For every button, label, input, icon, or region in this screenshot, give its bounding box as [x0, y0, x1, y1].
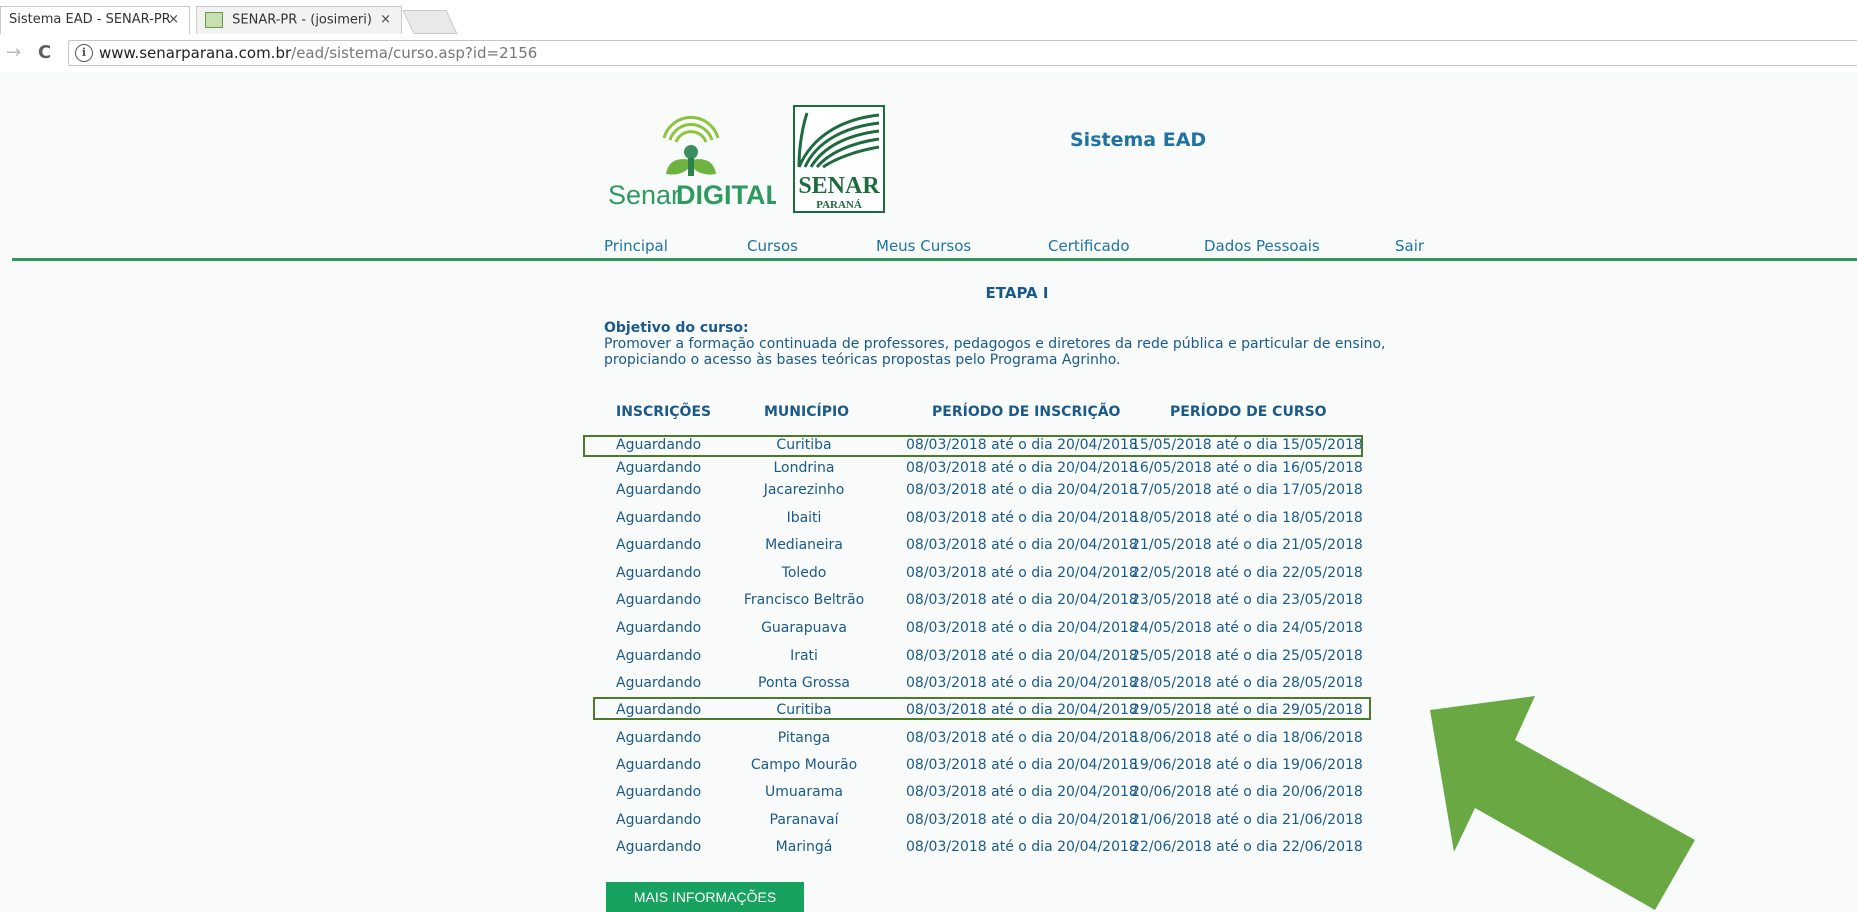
stage-title: ETAPA I — [985, 284, 1049, 302]
col-header-periodo-curso: PERÍODO DE CURSO — [1170, 404, 1327, 420]
cell-periodo-inscricao: 08/03/2018 até o dia 20/04/2018 — [906, 784, 1138, 800]
cell-status: Aguardando — [616, 675, 702, 691]
tab-label: SENAR-PR - (josimeri) — [232, 12, 372, 28]
cell-periodo-inscricao: 08/03/2018 até o dia 20/04/2018 — [906, 839, 1138, 855]
cell-municipio: Ibaiti — [786, 510, 822, 526]
tab-sistema-ead[interactable]: Sistema EAD - SENAR-PR × — [0, 6, 190, 34]
nav-sair[interactable]: Sair — [1395, 237, 1424, 255]
logo-digital-text-a: Senar — [608, 180, 680, 210]
cell-periodo-inscricao: 08/03/2018 até o dia 20/04/2018 — [906, 482, 1138, 498]
cell-municipio: Maringá — [775, 839, 833, 855]
cell-periodo-inscricao: 08/03/2018 até o dia 20/04/2018 — [906, 730, 1138, 746]
cell-municipio: Umuarama — [765, 784, 843, 800]
cell-periodo-inscricao: 08/03/2018 até o dia 20/04/2018 — [906, 757, 1138, 773]
forward-arrow-icon[interactable]: → — [6, 42, 21, 63]
cell-periodo-curso: 23/05/2018 até o dia 23/05/2018 — [1131, 592, 1363, 608]
cell-periodo-curso: 16/05/2018 até o dia 16/05/2018 — [1131, 460, 1363, 476]
cell-periodo-curso: 17/05/2018 até o dia 17/05/2018 — [1131, 482, 1363, 498]
browser-tab-bar: Sistema EAD - SENAR-PR × SENAR-PR - (jos… — [0, 0, 1857, 35]
close-tab-icon[interactable]: × — [380, 12, 391, 27]
header-divider — [12, 258, 1857, 261]
cell-status: Aguardando — [616, 510, 702, 526]
cell-status: Aguardando — [616, 839, 702, 855]
cell-periodo-inscricao: 08/03/2018 até o dia 20/04/2018 — [906, 648, 1138, 664]
col-header-inscricoes: INSCRIÇÕES — [616, 404, 712, 420]
logo-senar-text: SENAR — [798, 173, 880, 199]
highlight-box-curitiba-1 — [583, 435, 1363, 457]
logo-parana-text: PARANÁ — [816, 199, 862, 211]
more-info-button[interactable]: MAIS INFORMAÇÕES — [606, 882, 804, 912]
col-header-municipio: MUNICÍPIO — [764, 404, 850, 420]
cell-status: Aguardando — [616, 812, 702, 828]
cell-status: Aguardando — [616, 592, 702, 608]
cell-periodo-inscricao: 08/03/2018 até o dia 20/04/2018 — [906, 812, 1138, 828]
cell-periodo-inscricao: 08/03/2018 até o dia 20/04/2018 — [906, 675, 1138, 691]
info-icon[interactable]: i — [75, 44, 93, 62]
cell-periodo-inscricao: 08/03/2018 até o dia 20/04/2018 — [906, 460, 1138, 476]
cell-periodo-inscricao: 08/03/2018 até o dia 20/04/2018 — [906, 537, 1138, 553]
cell-periodo-curso: 19/06/2018 até o dia 19/06/2018 — [1131, 757, 1363, 773]
cell-status: Aguardando — [616, 537, 702, 553]
cell-periodo-inscricao: 08/03/2018 até o dia 20/04/2018 — [906, 592, 1138, 608]
url-host: www.senarparana.com.br — [99, 44, 292, 62]
cell-status: Aguardando — [616, 620, 702, 636]
cell-periodo-curso: 28/05/2018 até o dia 28/05/2018 — [1131, 675, 1363, 691]
cell-municipio: Jacarezinho — [763, 482, 845, 498]
cell-municipio: Londrina — [773, 460, 835, 476]
address-bar[interactable]: i www.senarparana.com.br/ead/sistema/cur… — [68, 40, 1857, 66]
col-header-periodo-inscricao: PERÍODO DE INSCRIÇÃO — [932, 404, 1121, 420]
cell-municipio: Medianeira — [765, 537, 843, 553]
reload-icon[interactable]: C — [38, 42, 51, 63]
cell-municipio: Guarapuava — [761, 620, 847, 636]
cell-periodo-inscricao: 08/03/2018 até o dia 20/04/2018 — [906, 510, 1138, 526]
cell-periodo-curso: 22/05/2018 até o dia 22/05/2018 — [1131, 565, 1363, 581]
logo-digital-text-b: DIGITAL — [676, 180, 776, 210]
cell-municipio: Pitanga — [777, 730, 831, 746]
nav-certificado[interactable]: Certificado — [1048, 237, 1130, 255]
cell-periodo-curso: 24/05/2018 até o dia 24/05/2018 — [1131, 620, 1363, 636]
nav-cursos[interactable]: Cursos — [747, 237, 798, 255]
cell-municipio: Irati — [790, 648, 818, 664]
cell-municipio: Toledo — [781, 565, 827, 581]
senar-parana-logo: SENAR PARANÁ — [793, 105, 885, 213]
tab-senar-pr[interactable]: SENAR-PR - (josimeri) × — [196, 6, 402, 34]
cell-status: Aguardando — [616, 757, 702, 773]
close-tab-icon[interactable]: × — [168, 12, 179, 27]
nav-principal[interactable]: Principal — [604, 237, 668, 255]
cell-status: Aguardando — [616, 784, 702, 800]
highlight-box-curitiba-2 — [593, 697, 1371, 720]
cell-municipio: Ponta Grossa — [758, 675, 850, 691]
browser-toolbar: → C i www.senarparana.com.br/ead/sistema… — [0, 34, 1857, 73]
cell-periodo-curso: 21/05/2018 até o dia 21/05/2018 — [1131, 537, 1363, 553]
cell-periodo-curso: 20/06/2018 até o dia 20/06/2018 — [1131, 784, 1363, 800]
cell-municipio: Francisco Beltrão — [743, 592, 865, 608]
cell-periodo-curso: 21/06/2018 até o dia 21/06/2018 — [1131, 812, 1363, 828]
cell-status: Aguardando — [616, 648, 702, 664]
senar-favicon-icon — [205, 12, 223, 28]
system-title: Sistema EAD — [1070, 129, 1207, 151]
cell-periodo-curso: 18/06/2018 até o dia 18/06/2018 — [1131, 730, 1363, 746]
senar-digital-emblem-icon — [662, 115, 720, 176]
url-path: /ead/sistema/curso.asp?id=2156 — [291, 44, 538, 62]
cell-periodo-curso: 18/05/2018 até o dia 18/05/2018 — [1131, 510, 1363, 526]
cell-municipio: Campo Mourão — [750, 757, 858, 773]
objective-label: Objetivo do curso: — [604, 320, 749, 336]
cell-periodo-inscricao: 08/03/2018 até o dia 20/04/2018 — [906, 620, 1138, 636]
senar-digital-logo: Senar DIGITAL — [608, 115, 776, 210]
objective-text: Promover a formação continuada de profes… — [604, 336, 1386, 368]
arrow-up-left-icon — [1430, 696, 1695, 910]
tab-label: Sistema EAD - SENAR-PR — [9, 12, 171, 27]
cell-periodo-inscricao: 08/03/2018 até o dia 20/04/2018 — [906, 565, 1138, 581]
cell-status: Aguardando — [616, 460, 702, 476]
cell-status: Aguardando — [616, 482, 702, 498]
url-text: www.senarparana.com.br/ead/sistema/curso… — [99, 44, 537, 62]
nav-meus-cursos[interactable]: Meus Cursos — [876, 237, 971, 255]
cell-status: Aguardando — [616, 730, 702, 746]
new-tab-button[interactable] — [402, 10, 458, 34]
cell-periodo-curso: 25/05/2018 até o dia 25/05/2018 — [1131, 648, 1363, 664]
cell-status: Aguardando — [616, 565, 702, 581]
nav-dados-pessoais[interactable]: Dados Pessoais — [1204, 237, 1320, 255]
cell-municipio: Paranavaí — [769, 812, 839, 828]
cell-periodo-curso: 22/06/2018 até o dia 22/06/2018 — [1131, 839, 1363, 855]
